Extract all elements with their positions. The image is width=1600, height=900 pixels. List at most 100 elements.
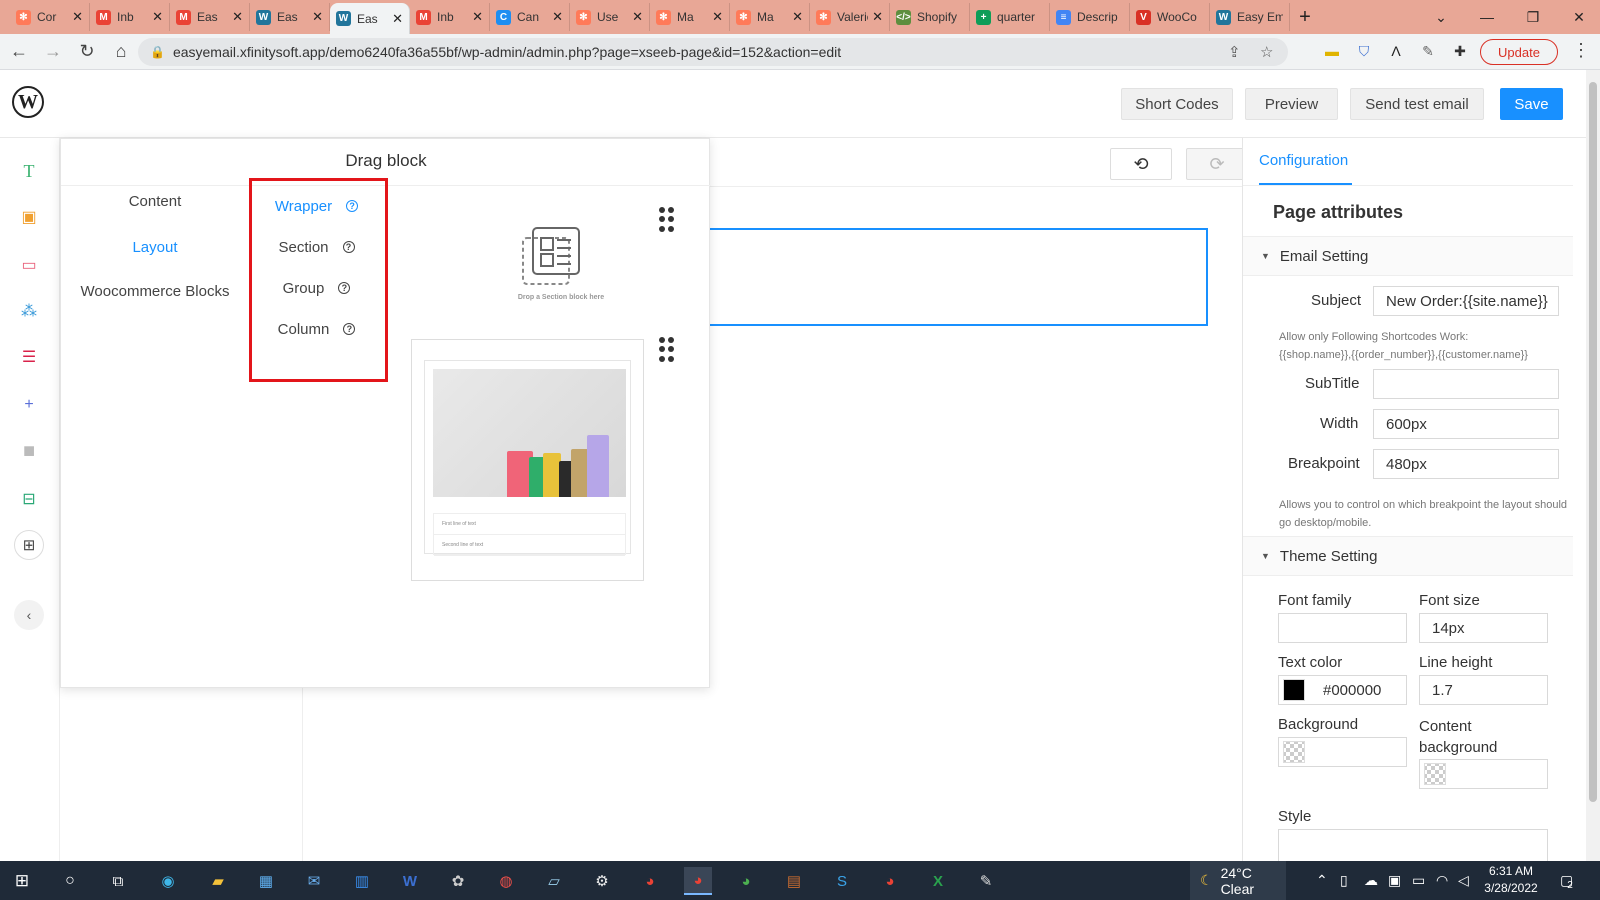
- forward-arrow-icon[interactable]: →: [38, 37, 68, 67]
- skype-icon[interactable]: S: [828, 867, 856, 895]
- browser-tab[interactable]: V WooCo: [1130, 3, 1210, 31]
- paint-icon[interactable]: ✿: [444, 867, 472, 895]
- category-woocommerce-blocks[interactable]: Woocommerce Blocks: [61, 283, 249, 300]
- text-color-swatch[interactable]: [1283, 679, 1305, 701]
- browser-tab[interactable]: ≡ Descrip: [1050, 3, 1130, 31]
- tray-device-icon[interactable]: ▯: [1340, 861, 1348, 900]
- section-drop-preview[interactable]: Drop a Section block here: [501, 224, 621, 319]
- chrome-m-icon[interactable]: ◕: [876, 867, 904, 895]
- minimize-icon[interactable]: —: [1464, 0, 1510, 34]
- text-block-icon[interactable]: T: [18, 160, 40, 182]
- close-tab-icon[interactable]: ✕: [152, 9, 163, 25]
- close-tab-icon[interactable]: ✕: [232, 9, 243, 25]
- tab-configuration[interactable]: Configuration: [1259, 152, 1348, 169]
- browser-tab[interactable]: M Inb ✕: [90, 3, 170, 31]
- browser-tab[interactable]: </> Shopify: [890, 3, 970, 31]
- close-tab-icon[interactable]: ✕: [632, 9, 643, 25]
- tab-search-icon[interactable]: ⌄: [1418, 0, 1464, 34]
- browser-tab[interactable]: W Eas ✕: [250, 3, 330, 31]
- section-block-icon[interactable]: ⊟: [18, 488, 40, 510]
- excel-icon[interactable]: X: [924, 867, 952, 895]
- drag-handle-icon[interactable]: [659, 207, 675, 233]
- home-icon[interactable]: ⌂: [106, 37, 136, 67]
- subtitle-input[interactable]: [1373, 369, 1559, 399]
- email-wrapper-frame[interactable]: [696, 228, 1208, 326]
- notification-icon[interactable]: ▢ 2: [1560, 861, 1573, 900]
- wrapper-template-preview[interactable]: First line of text Second line of text: [411, 339, 644, 581]
- word-icon[interactable]: W: [396, 867, 424, 895]
- winrar-icon[interactable]: ▤: [780, 867, 808, 895]
- settings-gear-icon[interactable]: ⚙: [588, 867, 616, 895]
- tray-monitor-icon[interactable]: ▣: [1388, 861, 1401, 900]
- close-window-icon[interactable]: ✕: [1556, 0, 1600, 34]
- button-block-icon[interactable]: ▭: [18, 254, 40, 276]
- file-explorer-icon[interactable]: ▰: [204, 867, 232, 895]
- short-codes-button[interactable]: Short Codes: [1121, 88, 1233, 120]
- page-scrollbar[interactable]: [1586, 70, 1600, 861]
- drag-handle-icon[interactable]: [659, 337, 675, 363]
- spacer-block-icon[interactable]: +: [18, 394, 40, 416]
- browser-tab[interactable]: M Eas ✕: [170, 3, 250, 31]
- subject-input[interactable]: New Order:{{site.name}}: [1373, 286, 1559, 316]
- close-tab-icon[interactable]: ✕: [712, 9, 723, 25]
- search-icon[interactable]: ○: [56, 867, 84, 895]
- system-clock[interactable]: 6:31 AM 3/28/2022: [1476, 863, 1546, 897]
- wifi-icon[interactable]: ◠: [1436, 861, 1448, 900]
- browser-menu-icon[interactable]: ⋮: [1572, 40, 1590, 61]
- browser-tab[interactable]: + quarter: [970, 3, 1050, 31]
- bookmark-star-icon[interactable]: ☆: [1260, 43, 1273, 61]
- browser-tab[interactable]: ✻ Use ✕: [570, 3, 650, 31]
- back-arrow-icon[interactable]: ←: [4, 37, 34, 67]
- extension-a-icon[interactable]: Ʌ: [1386, 41, 1406, 61]
- onedrive-icon[interactable]: ☁: [1364, 861, 1378, 900]
- save-button[interactable]: Save: [1500, 88, 1563, 120]
- weather-widget[interactable]: ☾ 24°C Clear: [1190, 861, 1286, 900]
- undo-button[interactable]: ⟲: [1110, 148, 1172, 180]
- share-icon[interactable]: ⇪: [1228, 43, 1241, 61]
- breakpoint-input[interactable]: 480px: [1373, 449, 1559, 479]
- store-icon[interactable]: ▦: [252, 867, 280, 895]
- line-height-input[interactable]: 1.7: [1419, 675, 1548, 705]
- notes-icon[interactable]: ▱: [540, 867, 568, 895]
- close-tab-icon[interactable]: ✕: [792, 9, 803, 25]
- trello-icon[interactable]: ▥: [348, 867, 376, 895]
- update-button[interactable]: Update: [1480, 39, 1558, 65]
- browser-tab[interactable]: C Can ✕: [490, 3, 570, 31]
- reload-icon[interactable]: ↻: [72, 37, 102, 67]
- width-input[interactable]: 600px: [1373, 409, 1559, 439]
- divider-block-icon[interactable]: ■: [18, 440, 40, 462]
- browser-tab[interactable]: W Eas ✕: [330, 3, 410, 34]
- social-block-icon[interactable]: ⁂: [18, 300, 40, 322]
- close-tab-icon[interactable]: ✕: [72, 9, 83, 25]
- chat-icon[interactable]: ◍: [492, 867, 520, 895]
- scrollbar-thumb[interactable]: [1589, 82, 1597, 802]
- all-blocks-grid-icon[interactable]: ⊞: [14, 530, 44, 560]
- browser-tab[interactable]: ✻ Ma ✕: [730, 3, 810, 31]
- collapse-chevron-icon[interactable]: ‹: [14, 600, 44, 630]
- image-block-icon[interactable]: ▣: [18, 206, 40, 228]
- maximize-icon[interactable]: ❐: [1510, 0, 1556, 34]
- font-family-input[interactable]: [1278, 613, 1407, 643]
- close-tab-icon[interactable]: ✕: [472, 9, 483, 25]
- send-test-email-button[interactable]: Send test email: [1350, 88, 1484, 120]
- category-content[interactable]: Content: [61, 193, 249, 210]
- chrome-icon[interactable]: ◕: [684, 867, 712, 895]
- email-setting-header[interactable]: ▼ Email Setting: [1243, 236, 1573, 276]
- new-tab-icon[interactable]: +: [1290, 3, 1320, 31]
- redo-button[interactable]: ⟳: [1186, 148, 1248, 180]
- browser-tab[interactable]: ✻ Ma ✕: [650, 3, 730, 31]
- category-layout[interactable]: Layout: [61, 239, 249, 256]
- windows-start-icon[interactable]: ⊞: [8, 867, 36, 895]
- browser-tab[interactable]: ✻ Cor ✕: [10, 3, 90, 31]
- close-tab-icon[interactable]: ✕: [552, 9, 563, 25]
- theme-setting-header[interactable]: ▼ Theme Setting: [1243, 536, 1573, 576]
- close-tab-icon[interactable]: ✕: [392, 11, 403, 27]
- chrome-profile-icon[interactable]: ◕: [636, 867, 664, 895]
- chrome-alt-icon[interactable]: ◕: [732, 867, 760, 895]
- shield-extension-icon[interactable]: ⛉: [1354, 41, 1374, 61]
- browser-tab[interactable]: ✻ Valerie ✕: [810, 3, 890, 31]
- close-tab-icon[interactable]: ✕: [872, 9, 883, 25]
- preview-button[interactable]: Preview: [1245, 88, 1338, 120]
- volume-icon[interactable]: ◁: [1458, 861, 1469, 900]
- extension-tool-icon[interactable]: ✎: [1418, 41, 1438, 61]
